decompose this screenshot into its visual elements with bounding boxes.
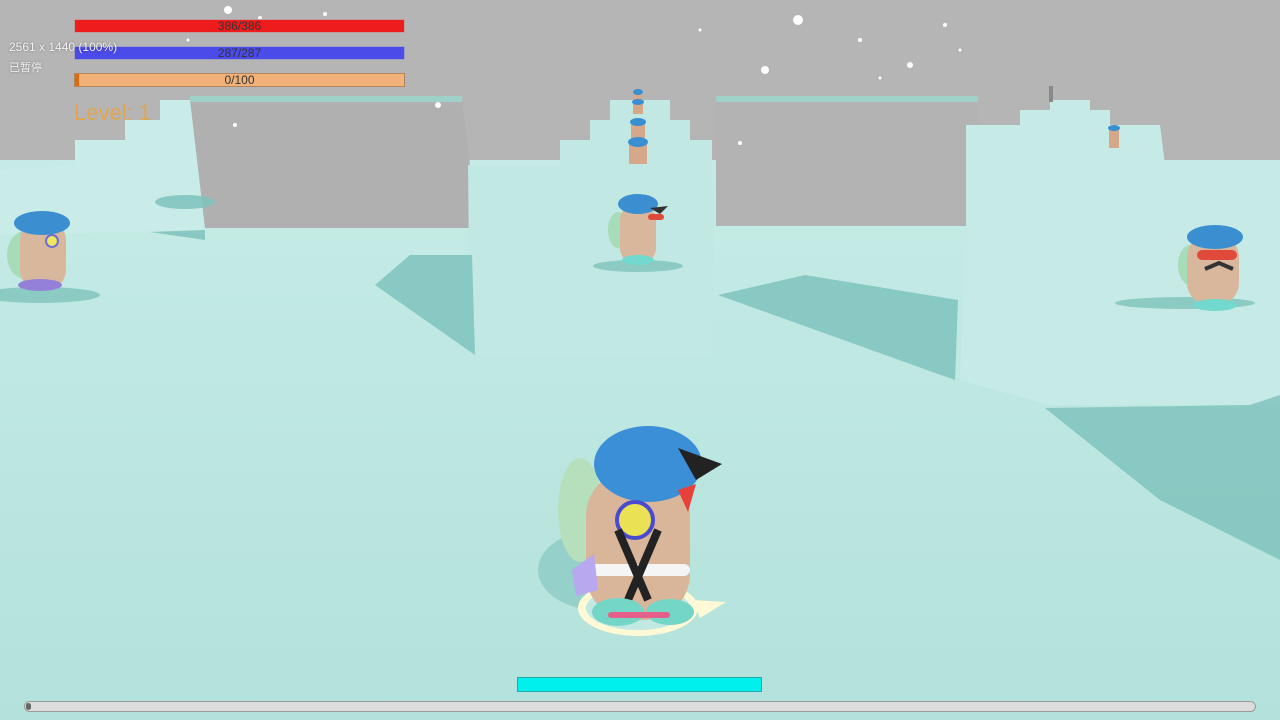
level-label: Level: 1 <box>74 100 152 125</box>
health-bar: 386/386 <box>74 19 405 33</box>
exp-bar: 0/100 <box>74 73 405 87</box>
mana-bar-label: 287/287 <box>217 46 262 60</box>
exp-bar-label: 0/100 <box>224 73 255 87</box>
paused-status: 已暂停 <box>9 62 42 74</box>
cast-bar <box>517 677 762 692</box>
game-scene <box>0 0 1280 720</box>
timeline-slider[interactable] <box>24 701 1256 712</box>
mana-bar: 287/287 <box>74 46 405 60</box>
cast-bar-fill <box>518 678 761 691</box>
health-bar-label: 386/386 <box>217 19 262 33</box>
resolution-readout: 2561 x 1440 (100%) <box>9 40 118 54</box>
timeline-slider-handle[interactable] <box>26 703 31 710</box>
